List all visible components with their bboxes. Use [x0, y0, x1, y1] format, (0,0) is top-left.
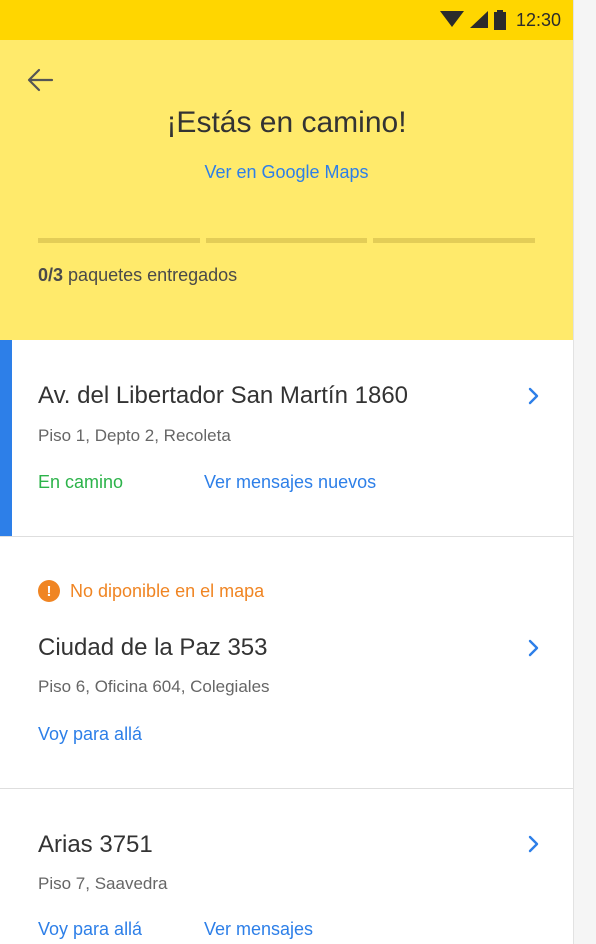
- progress-segment: [38, 238, 200, 243]
- chevron-right-icon[interactable]: [523, 638, 543, 658]
- warning-icon: !: [38, 580, 60, 602]
- delivery-detail: Piso 1, Depto 2, Recoleta: [38, 426, 231, 445]
- page-title: ¡Estás en camino!: [166, 106, 407, 139]
- battery-icon: [493, 10, 506, 30]
- view-messages-link[interactable]: Ver mensajes: [204, 919, 313, 940]
- active-indicator: [0, 340, 12, 536]
- delivered-count: 0/3: [38, 265, 64, 285]
- delivery-address: Av. del Libertador San Martín 1860: [38, 382, 409, 409]
- progress-segment: [373, 238, 536, 243]
- delivery-status: En camino: [38, 472, 124, 492]
- progress-label: 0/3 paquetes entregados: [38, 265, 237, 286]
- delivery-progress-bar: [38, 238, 536, 243]
- delivery-address: Arias 3751: [38, 831, 153, 858]
- delivery-address: Ciudad de la Paz 353: [38, 634, 268, 661]
- app-screen: 12:30 ¡Estás en camino! Ver en Google Ma…: [0, 0, 573, 944]
- delivery-card[interactable]: Arias 3751 Piso 7, Saavedra Voy para all…: [0, 789, 573, 944]
- back-button[interactable]: [22, 62, 58, 98]
- delivery-card[interactable]: ! No diponible en el mapa Ciudad de la P…: [0, 537, 573, 789]
- signal-icon: [469, 11, 488, 28]
- chevron-right-icon[interactable]: [523, 386, 543, 406]
- status-icons: 12:30: [439, 9, 561, 31]
- google-maps-link[interactable]: Ver en Google Maps: [0, 162, 573, 183]
- header: ¡Estás en camino! Ver en Google Maps 0/3…: [0, 40, 573, 340]
- view-new-messages-link[interactable]: Ver mensajes nuevos: [204, 472, 376, 493]
- chevron-right-icon[interactable]: [523, 834, 543, 854]
- status-time: 12:30: [515, 9, 561, 30]
- warning-text: No diponible en el mapa: [70, 580, 265, 601]
- go-there-link[interactable]: Voy para allá: [38, 919, 142, 940]
- delivered-label: paquetes entregados: [68, 265, 238, 285]
- arrow-left-icon: [27, 68, 54, 92]
- wifi-icon: [439, 11, 464, 27]
- delivery-card[interactable]: Av. del Libertador San Martín 1860 Piso …: [0, 340, 573, 537]
- go-there-link[interactable]: Voy para allá: [38, 724, 142, 745]
- status-bar: 12:30: [0, 0, 573, 40]
- map-warning: ! No diponible en el mapa: [38, 580, 264, 602]
- delivery-detail: Piso 7, Saavedra: [38, 874, 168, 893]
- progress-segment: [205, 238, 368, 243]
- delivery-detail: Piso 6, Oficina 604, Colegiales: [38, 677, 270, 696]
